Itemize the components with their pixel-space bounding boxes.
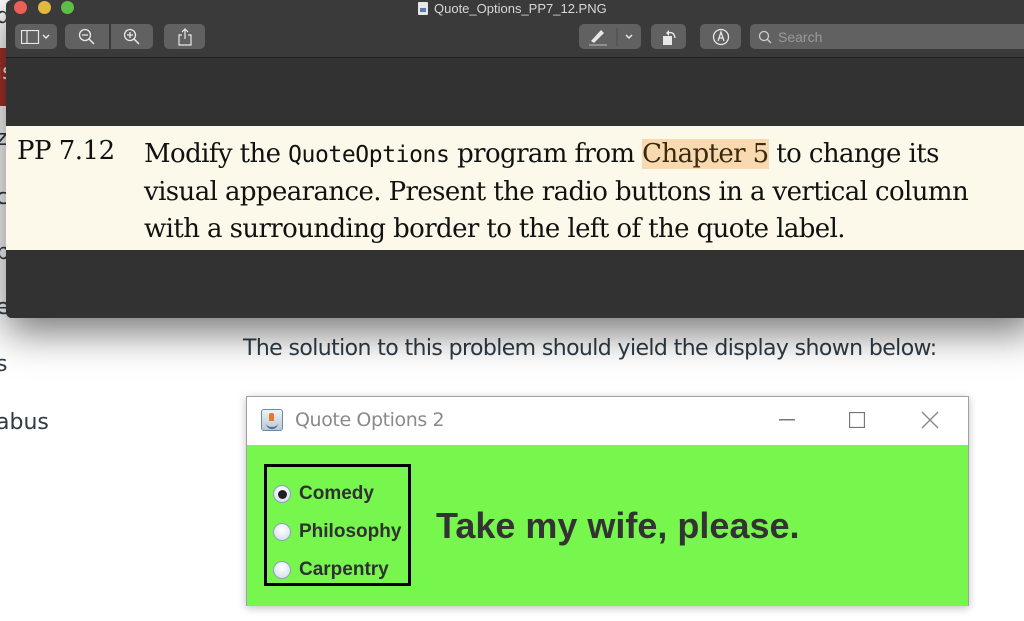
- text-run: Modify the: [144, 139, 289, 169]
- window-zoom-button[interactable]: [61, 1, 74, 14]
- java-window-title: Quote Options 2: [295, 409, 445, 431]
- problem-line-3: with a surrounding border to the left of…: [144, 214, 846, 244]
- code-class-name: QuoteOptions: [288, 142, 450, 168]
- quote-panel: Comedy Philosophy Carpentry Take my wife…: [247, 445, 968, 606]
- instruction-text: The solution to this problem should yiel…: [243, 336, 937, 361]
- search-icon: [758, 30, 772, 43]
- java-titlebar: Quote Options 2: [247, 397, 968, 445]
- rotate-button[interactable]: [651, 24, 686, 49]
- document-title-text: Quote_Options_PP7_12.PNG: [434, 0, 607, 16]
- radio-label: Carpentry: [299, 559, 389, 580]
- pen-icon: [589, 27, 633, 46]
- problem-text: Modify the QuoteOptions program from Cha…: [144, 136, 1014, 248]
- radio-label: Philosophy: [299, 521, 402, 542]
- java-app-icon: [261, 409, 283, 431]
- radio-selected-icon[interactable]: [273, 485, 291, 503]
- zoom-in-button[interactable]: [111, 24, 153, 49]
- sidebar-toggle-button[interactable]: [15, 24, 57, 49]
- minimize-icon: [779, 419, 795, 421]
- document-image: PP 7.12 Modify the QuoteOptions program …: [6, 126, 1024, 250]
- annotate-button[interactable]: [700, 24, 741, 49]
- window-close-button[interactable]: [14, 1, 27, 14]
- quote-label: Take my wife, please.: [436, 505, 800, 546]
- zoom-out-button[interactable]: [65, 24, 109, 49]
- sidebar-icon: [21, 29, 50, 44]
- sidebar-item-s[interactable]: s: [0, 352, 7, 377]
- search-input[interactable]: [778, 28, 1018, 45]
- problem-line-1: Modify the QuoteOptions program from Cha…: [144, 136, 1014, 174]
- quote-options-window: Quote Options 2 Comedy Philosophy Carpen…: [246, 396, 969, 606]
- text-run: program from: [449, 139, 643, 169]
- chapter-link-highlight[interactable]: Chapter 5: [642, 139, 769, 169]
- radio-button-group: Comedy Philosophy Carpentry: [264, 464, 411, 586]
- close-button[interactable]: [915, 407, 945, 433]
- problem-line-2: visual appearance. Present the radio but…: [144, 177, 969, 207]
- radio-philosophy[interactable]: Philosophy: [267, 513, 408, 551]
- image-file-icon: [418, 1, 428, 15]
- radio-unselected-icon[interactable]: [273, 523, 291, 541]
- minimize-button[interactable]: [772, 407, 802, 433]
- markup-circle-icon: [712, 28, 729, 45]
- radio-unselected-icon[interactable]: [273, 561, 291, 579]
- share-icon: [177, 27, 192, 46]
- close-icon: [921, 411, 939, 429]
- zoom-in-icon: [123, 28, 140, 45]
- search-field[interactable]: [750, 24, 1024, 49]
- text-run: to change its: [768, 139, 939, 169]
- zoom-out-icon: [78, 28, 95, 45]
- maximize-icon: [849, 412, 865, 428]
- radio-carpentry[interactable]: Carpentry: [267, 551, 408, 589]
- radio-label: Comedy: [299, 483, 374, 504]
- preview-titlebar: Quote_Options_PP7_12.PNG: [6, 0, 1024, 58]
- maximize-button[interactable]: [842, 407, 872, 433]
- markup-toolbar-button[interactable]: [579, 24, 641, 49]
- problem-number: PP 7.12: [17, 136, 115, 166]
- preview-window: Quote_Options_PP7_12.PNG Search PP 7.12 …: [6, 0, 1024, 318]
- share-button[interactable]: [164, 24, 205, 49]
- sidebar-item-syllabus[interactable]: abus: [0, 410, 49, 435]
- window-minimize-button[interactable]: [38, 1, 51, 14]
- radio-comedy[interactable]: Comedy: [267, 475, 408, 513]
- document-view: PP 7.12 Modify the QuoteOptions program …: [6, 59, 1024, 318]
- rotate-icon: [662, 29, 676, 45]
- document-title: Quote_Options_PP7_12.PNG: [418, 0, 607, 16]
